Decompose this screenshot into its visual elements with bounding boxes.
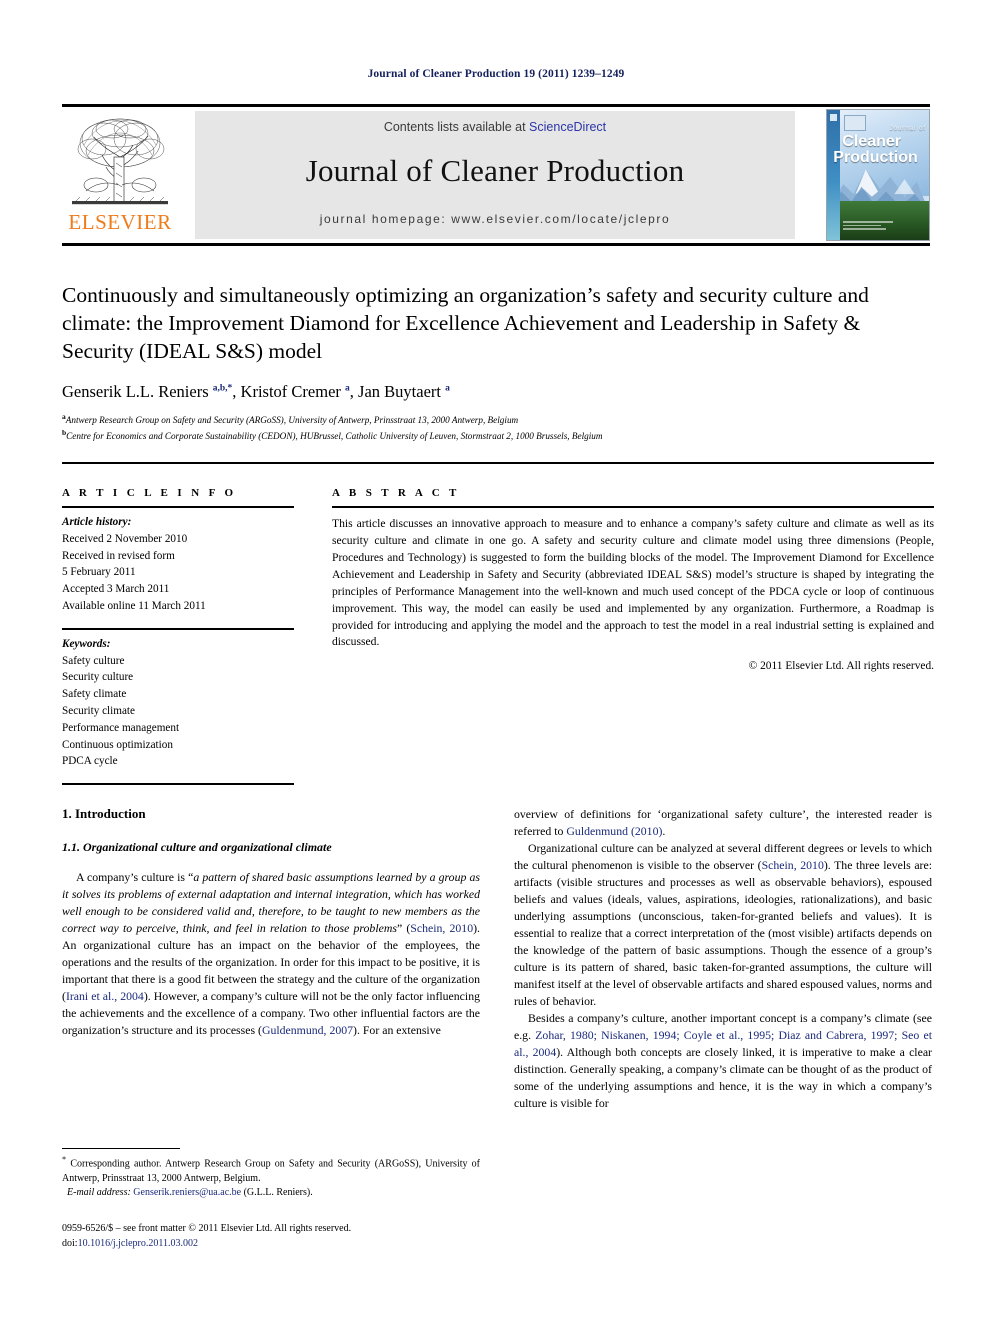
cover-title-line-1: Cleaner — [842, 132, 901, 150]
page-title: Continuously and simultaneously optimizi… — [62, 283, 869, 363]
cover-spine-band — [827, 110, 841, 240]
journal-title: Journal of Cleaner Production — [305, 153, 685, 188]
history-item: 5 February 2011 — [62, 566, 136, 579]
issn-doi-block: 0959-6526/$ – see front matter © 2011 El… — [62, 1222, 492, 1251]
cover-title-block: Journal of Cleaner Production — [833, 126, 926, 165]
elsevier-wordmark: ELSEVIER — [68, 210, 172, 234]
cover-spine-dot — [830, 114, 837, 121]
doi-line: doi:10.1016/j.jclepro.2011.03.002 — [62, 1237, 492, 1252]
journal-article-page: Journal of Cleaner Production 19 (2011) … — [0, 0, 992, 1323]
para-text: ). The three levels are: artifacts (visi… — [514, 857, 932, 1008]
contents-prefix-text: Contents lists available at — [383, 120, 530, 134]
journal-cover-thumbnail: Journal of Cleaner Production — [826, 109, 930, 241]
journal-homepage-link[interactable]: journal homepage: www.elsevier.com/locat… — [195, 212, 795, 226]
email-owner: (G.L.L. Reniers). — [243, 1186, 313, 1198]
keyword-item: Performance management — [62, 721, 180, 734]
body-column-right: overview of definitions for ‘organizatio… — [514, 806, 932, 1112]
citation-link[interactable]: Guldenmund, 2007 — [262, 1023, 353, 1037]
abstract-column: A B S T R A C T This article discusses a… — [332, 487, 934, 672]
article-info-column: A R T I C L E I N F O Article history: R… — [62, 487, 294, 786]
body-column-left: 1. Introduction 1.1. Organizational cult… — [62, 806, 480, 1039]
doi-label: doi: — [62, 1237, 78, 1249]
footnote-rule — [62, 1148, 180, 1149]
para-text: ). For an extensive — [353, 1022, 441, 1037]
article-history-group: Article history: Received 2 November 201… — [62, 514, 294, 615]
article-info-heading: A R T I C L E I N F O — [62, 487, 237, 499]
title-block: Continuously and simultaneously optimizi… — [62, 282, 934, 443]
article-info-divider — [62, 627, 294, 630]
contents-available-line: Contents lists available at ScienceDirec… — [195, 111, 795, 134]
history-item: Available online 11 March 2011 — [62, 599, 206, 612]
article-info-bottom-rule — [62, 783, 294, 786]
keyword-item: Continuous optimization — [62, 738, 173, 751]
contents-box: Contents lists available at ScienceDirec… — [195, 111, 795, 239]
keywords-group: Keywords: Safety culture Security cultur… — [62, 636, 294, 770]
keyword-item: Safety culture — [62, 654, 125, 667]
elsevier-logo: ELSEVIER — [62, 109, 178, 241]
paragraph-left-1: A company’s culture is “a pattern of sha… — [62, 869, 480, 1039]
keyword-item: Safety climate — [62, 688, 127, 701]
para-text: . — [662, 823, 666, 838]
footnote-text: Corresponding author. Antwerp Research G… — [62, 1158, 480, 1184]
author-list: Genserik L.L. Reniers a,b,*, Kristof Cre… — [62, 381, 450, 401]
sciencedirect-link[interactable]: ScienceDirect — [529, 120, 606, 134]
history-item: Accepted 3 March 2011 — [62, 583, 170, 596]
citation-link[interactable]: Schein, 2010 — [410, 921, 473, 935]
article-info-heading-rule — [62, 506, 294, 508]
keywords-label: Keywords: — [62, 637, 111, 650]
para-text: ). Although both concepts are closely li… — [514, 1044, 932, 1110]
affiliation-b-text: Centre for Economics and Corporate Susta… — [66, 431, 603, 442]
history-item: Received in revised form — [62, 549, 175, 562]
abstract-heading: A B S T R A C T — [332, 487, 460, 499]
abstract-text: This article discusses an innovative app… — [332, 517, 934, 649]
citation-link[interactable]: Guldenmund (2010) — [566, 824, 662, 838]
abstract-heading-rule — [332, 506, 934, 508]
affiliation-b: bCentre for Economics and Corporate Sust… — [62, 427, 934, 443]
email-label: E-mail address: — [67, 1186, 131, 1198]
article-history-label: Article history: — [62, 516, 132, 528]
footnote-corresponding-author: * Corresponding author. Antwerp Research… — [62, 1154, 480, 1200]
journal-masthead: ELSEVIER Contents lists available at Sci… — [62, 104, 930, 246]
cover-title-line-2: Production — [833, 148, 918, 166]
para-text: A company’s culture is “ — [76, 870, 194, 884]
running-head-citation: Journal of Cleaner Production 19 (2011) … — [367, 68, 625, 80]
paragraph-right-3: Besides a company’s culture, another imp… — [514, 1010, 932, 1112]
citation-link[interactable]: Schein, 2010 — [762, 858, 824, 872]
info-section-top-rule — [62, 462, 934, 464]
keyword-item: Security climate — [62, 704, 136, 717]
affiliation-a-text: Antwerp Research Group on Safety and Sec… — [65, 414, 519, 425]
history-item: Received 2 November 2010 — [62, 532, 188, 545]
keyword-item: Security culture — [62, 671, 134, 684]
section-heading-introduction: 1. Introduction — [62, 806, 146, 821]
elsevier-tree-icon — [72, 118, 168, 205]
affiliation-a: aAntwerp Research Group on Safety and Se… — [62, 411, 934, 427]
cover-kicker: Journal of — [889, 126, 926, 132]
para-text: ” ( — [396, 920, 411, 935]
citation-link[interactable]: Irani et al., 2004 — [66, 989, 144, 1003]
issn-line: 0959-6526/$ – see front matter © 2011 El… — [62, 1223, 352, 1234]
subsection-heading-culture-climate: 1.1. Organizational culture and organiza… — [62, 840, 332, 854]
affiliation-list: aAntwerp Research Group on Safety and Se… — [62, 411, 934, 444]
paragraph-right-continuation: overview of definitions for ‘organizatio… — [514, 806, 932, 840]
paragraph-right-2: Organizational culture can be analyzed a… — [514, 840, 932, 1010]
cover-footer-lines — [843, 221, 926, 237]
doi-link[interactable]: 10.1016/j.jclepro.2011.03.002 — [78, 1238, 198, 1249]
abstract-copyright: © 2011 Elsevier Ltd. All rights reserved… — [748, 660, 934, 673]
keyword-item: PDCA cycle — [62, 755, 118, 768]
email-link[interactable]: Genserik.reniers@ua.ac.be — [133, 1187, 241, 1198]
